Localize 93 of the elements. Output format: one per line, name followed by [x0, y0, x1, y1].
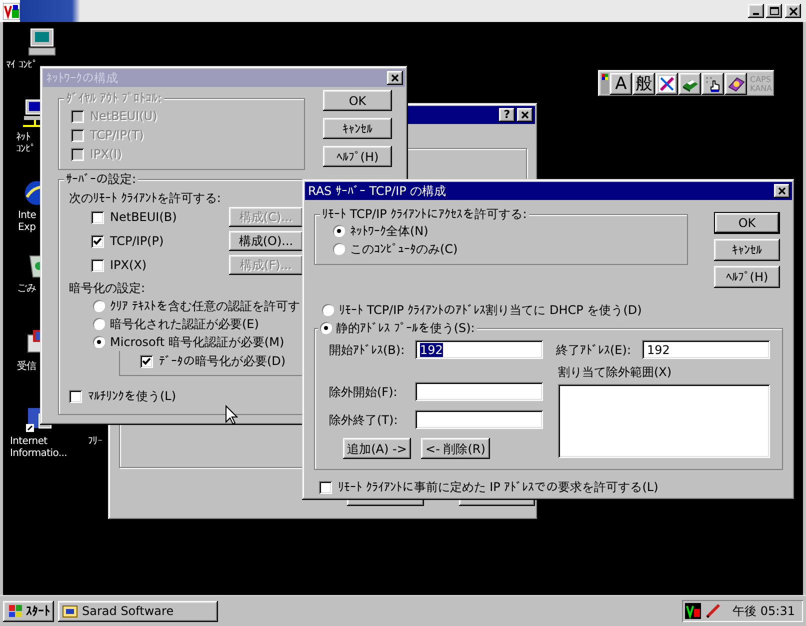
windows-logo-icon [7, 604, 23, 618]
dialog-button[interactable]: ﾍﾙﾌﾟ(H) [714, 266, 780, 288]
help-book-icon [727, 74, 745, 92]
radio-button[interactable] [322, 304, 334, 316]
radio-label: ﾈｯﾄﾜｰｸ全体(N) [350, 224, 428, 238]
radio-label: ｸﾘｱ ﾃｷｽﾄを含む任意の認証を許可す [110, 299, 300, 313]
ime-key[interactable]: 般 [633, 72, 655, 94]
checkbox-label: NetBEUI(B) [110, 210, 178, 224]
radio-label: このｺﾝﾋﾟｭｰﾀのみ(C) [350, 242, 458, 256]
radio-button[interactable] [333, 243, 345, 255]
icon-label[interactable]: ﾈｯﾄ ｺﾝﾋﾟ [16, 132, 36, 156]
checkbox[interactable] [91, 234, 104, 248]
checkbox[interactable] [69, 390, 82, 402]
minimize-button[interactable] [748, 4, 764, 18]
dialog-button[interactable]: OK [323, 90, 392, 111]
radio-button[interactable] [320, 322, 332, 334]
close-button[interactable] [517, 108, 533, 122]
dialog-button[interactable]: OK [714, 212, 780, 234]
exclusion-list[interactable] [558, 384, 770, 458]
icon-label[interactable]: ﾌﾘｰ [88, 436, 102, 448]
computer-icon[interactable] [28, 28, 56, 56]
close-icon [390, 73, 400, 83]
field-label: 終了ｱﾄﾞﾚｽ(E): [556, 342, 632, 356]
radio-label: 暗号化された認証が必要(E) [110, 317, 259, 331]
window-icon [62, 604, 78, 618]
viewer-logo-icon [3, 2, 20, 20]
dialog-button[interactable]: ﾍﾙﾌﾟ(H) [323, 146, 392, 167]
address-field[interactable] [415, 382, 543, 401]
clock: 午後 05:31 [732, 604, 795, 618]
field-label: 除外開始(F): [329, 384, 398, 398]
checkbox-label: NetBEUI(U) [90, 109, 158, 123]
checkbox[interactable] [140, 354, 153, 368]
section-label: 暗号化の設定: [69, 281, 146, 295]
add-button[interactable]: 追加(A) -> [343, 438, 411, 459]
close-button[interactable] [387, 71, 403, 85]
radio-button[interactable] [333, 225, 345, 237]
address-field[interactable]: 192 [415, 340, 543, 359]
list-label: 割り当て除外範囲(X) [558, 365, 673, 379]
radio-label: ﾘﾓｰﾄ TCP/IP ｸﾗｲｱﾝﾄのｱﾄﾞﾚｽ割り当てに DHCP を使う(D) [339, 303, 642, 317]
address-field[interactable] [415, 410, 543, 429]
start-button[interactable]: ｽﾀｰﾄ [3, 600, 54, 622]
close-icon [520, 110, 530, 120]
close-icon [788, 6, 798, 16]
icon-label[interactable]: Internet Informatio... [10, 436, 68, 460]
field-label: 開始ｱﾄﾞﾚｽ(B): [329, 342, 406, 356]
checkbox-label: IPX(I) [90, 147, 122, 161]
pen-icon [658, 74, 676, 92]
minimize-icon [753, 13, 759, 15]
close-button[interactable] [774, 184, 790, 198]
icon-label[interactable]: ﾏｲ ｺﾝﾋﾟ [6, 60, 38, 72]
pointer-icon [704, 74, 722, 92]
close-button[interactable] [785, 4, 801, 18]
radio-button[interactable] [93, 318, 105, 330]
group-label: ｻｰﾊﾞｰの設定: [64, 172, 138, 186]
ime-key[interactable]: A [610, 72, 632, 94]
checkbox-label: ﾏﾙﾁﾘﾝｸを使う(L) [88, 389, 176, 403]
close-icon [777, 186, 787, 196]
group-label: ﾀﾞｲﾔﾙ ｱｳﾄ ﾌﾟﾛﾄｺﾙ: [64, 91, 164, 105]
field-value: 192 [420, 342, 443, 356]
dialog-button[interactable]: ｷｬﾝｾﾙ [323, 118, 392, 139]
maximize-icon [770, 7, 778, 15]
grip-icon [601, 73, 609, 94]
window-title: RAS ｻｰﾊﾞｰ TCP/IP の構成 [308, 184, 448, 198]
ime-button[interactable] [679, 72, 701, 94]
icon-label[interactable]: Inte Exp [18, 210, 36, 234]
ime-button[interactable] [656, 72, 678, 94]
field-value: 192 [647, 342, 670, 356]
checkbox-label: TCP/IP(P) [110, 234, 165, 248]
icon-label[interactable]: 受信 [17, 361, 36, 373]
pen-icon[interactable] [704, 603, 721, 619]
help-button[interactable]: ? [499, 108, 515, 122]
group-label: ﾘﾓｰﾄ TCP/IP ｸﾗｲｱﾝﾄにｱｸｾｽを許可する: [320, 207, 529, 221]
radio-label: Microsoft 暗号化認証が必要(M) [110, 335, 284, 349]
dialog-button[interactable]: ｷｬﾝｾﾙ [714, 239, 780, 261]
taskbar-button[interactable]: Sarad Software [58, 600, 218, 622]
viewer-logo-icon[interactable] [684, 603, 701, 619]
checkbox-label: TCP/IP(T) [90, 128, 144, 142]
ime-button[interactable] [702, 72, 724, 94]
configure-button[interactable]: 構成(O)... [229, 231, 303, 251]
icon-label[interactable]: ごみ [17, 283, 36, 295]
remove-button[interactable]: <- 削除(R) [421, 438, 490, 459]
checkbox-label: ﾃﾞｰﾀの暗号化が必要(D) [159, 354, 286, 368]
radio-button[interactable] [93, 336, 105, 348]
radio-button[interactable] [93, 300, 105, 312]
checkbox-label: IPX(X) [110, 258, 148, 272]
checkbox[interactable] [319, 480, 332, 494]
radio-label: 静的ｱﾄﾞﾚｽ ﾌﾟｰﾙを使う(S): [336, 321, 475, 335]
address-field[interactable]: 192 [642, 340, 770, 359]
mouse-cursor [225, 405, 238, 425]
ime-button[interactable] [725, 72, 747, 94]
maximize-button[interactable] [766, 4, 782, 18]
field-label: 除外終了(T): [329, 412, 399, 426]
checkbox-label: ﾘﾓｰﾄ ｸﾗｲｱﾝﾄに事前に定めた IP ｱﾄﾞﾚｽでの要求を許可する(L) [338, 480, 658, 494]
